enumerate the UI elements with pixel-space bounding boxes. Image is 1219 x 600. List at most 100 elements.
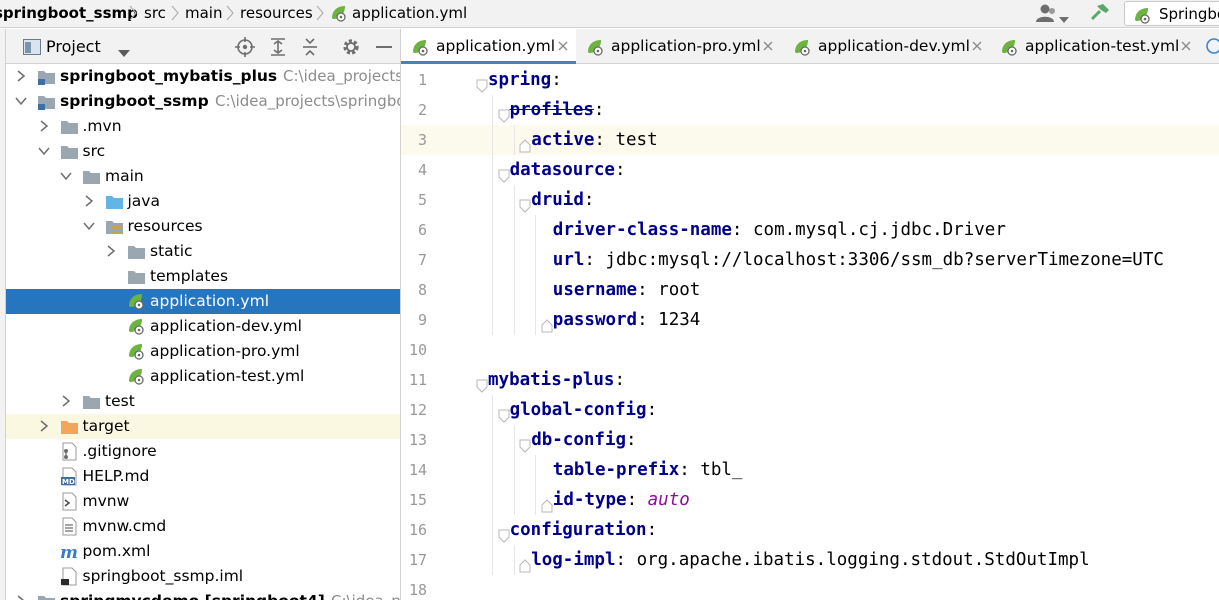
editor-tab[interactable]: application-pro.yml [576,29,783,64]
tree-node[interactable]: m pom.xml [6,539,400,564]
tree-node[interactable]: MD HELP.md [6,464,400,489]
gutter-line[interactable]: 18 [401,575,471,600]
tree-node[interactable]: java [6,189,400,214]
gutter-line[interactable]: 15 [401,485,471,515]
tree-node[interactable]: static [6,239,400,264]
tree-node-label: application-dev.yml [150,317,302,335]
tree-node[interactable]: application-test.yml [6,364,400,389]
expand-all-icon[interactable] [268,37,288,57]
yaml-separator: : [679,460,701,480]
view-dropdown-icon[interactable] [118,44,130,62]
gutter-line[interactable]: 8 [401,275,471,305]
gutter-line[interactable]: 2 [401,95,471,125]
tree-node[interactable]: springboot_ssmp C:\idea_projects\springbo… [6,89,400,114]
tree-node[interactable]: application-dev.yml [6,314,400,339]
fold-close-icon[interactable] [519,553,531,573]
locate-file-icon[interactable] [235,37,255,57]
code-editor[interactable]: spring: profiles: active: test datasource: d… [471,65,1219,600]
hide-panel-icon[interactable] [374,37,394,57]
breadcrumb-project[interactable]: springboot_ssmp [0,3,138,23]
editor-tab[interactable]: application-dev.yml [783,29,990,64]
chevron-right-icon[interactable] [37,119,51,133]
fold-open-icon[interactable] [498,523,510,543]
close-icon[interactable] [969,38,985,54]
tree-node[interactable]: mvnw [6,489,400,514]
editor-tab[interactable]: application-test.yml [990,29,1202,64]
gutter-line[interactable]: 10 [401,335,471,365]
gutter-line[interactable]: 12 [401,395,471,425]
fold-open-icon[interactable] [498,403,510,423]
tree-node[interactable]: resources [6,214,400,239]
chevron-right-icon[interactable] [104,244,118,258]
chevron-right-icon[interactable] [14,69,28,83]
gutter-line[interactable]: 14 [401,455,471,485]
build-button[interactable] [1089,3,1111,23]
gutter-line[interactable]: 9 [401,305,471,335]
spring-yml-icon [793,38,813,60]
tree-node[interactable]: main [6,164,400,189]
yaml-key: table-prefix [552,460,680,480]
close-icon[interactable] [760,38,776,54]
fold-open-icon[interactable] [476,373,488,393]
tree-node[interactable]: application.yml [6,289,400,314]
editor-tab[interactable]: application.yml [401,29,576,64]
collapse-all-icon[interactable] [300,37,320,57]
spring-yml-icon [586,38,606,60]
chevron-down-icon[interactable] [82,219,96,233]
close-icon[interactable] [555,38,571,54]
gutter-line[interactable]: 4 [401,155,471,185]
gutter-line[interactable]: 11 [401,365,471,395]
tree-node[interactable]: src [6,139,400,164]
gutter-line[interactable]: 7 [401,245,471,275]
chevron-right-icon[interactable] [14,594,28,600]
spring-boot-icon [1133,6,1153,28]
yaml-value: com.mysql.cj.jdbc.Driver [753,220,1006,240]
fold-open-icon[interactable] [498,103,510,123]
chevron-down-icon[interactable] [14,94,28,108]
tree-node[interactable]: application-pro.yml [6,339,400,364]
breadcrumb-file[interactable]: application.yml [352,3,467,23]
tree-node[interactable]: mvnw.cmd [6,514,400,539]
close-icon[interactable] [1178,38,1194,54]
editor-area: application.yml application-pro.yml appl… [401,29,1219,600]
indent-guide [513,425,515,515]
fold-close-icon[interactable] [541,313,553,333]
tree-node[interactable]: target [6,414,400,439]
fold-open-icon[interactable] [476,73,488,93]
chevron-right-icon[interactable] [82,194,96,208]
fold-open-icon[interactable] [519,193,531,213]
gutter-line[interactable]: 1 [401,65,471,95]
more-tabs-icon[interactable] [1205,37,1219,55]
chevron-down-icon[interactable] [37,144,51,158]
project-panel-title[interactable]: Project [46,37,101,57]
chevron-right-icon[interactable] [37,419,51,433]
iml-file-icon [60,567,79,586]
gutter-line[interactable]: 16 [401,515,471,545]
fold-open-icon[interactable] [519,433,531,453]
tree-node[interactable]: springboot_ssmp.iml [6,564,400,589]
fold-close-icon[interactable] [519,133,531,153]
run-configuration-selector[interactable]: Springbo [1124,1,1219,26]
breadcrumb-resources[interactable]: resources [240,3,313,23]
gutter-line[interactable]: 5 [401,185,471,215]
gutter-line[interactable]: 6 [401,215,471,245]
gutter-line[interactable]: 13 [401,425,471,455]
tree-node[interactable]: .gitignore [6,439,400,464]
breadcrumb-main[interactable]: main [185,3,222,23]
tree-node[interactable]: springboot_mybatis_plus C:\idea_projects\… [6,64,400,89]
fold-close-icon[interactable] [541,493,553,513]
tree-node[interactable]: .mvn [6,114,400,139]
tree-node[interactable]: templates [6,264,400,289]
gear-icon[interactable] [341,37,361,57]
breadcrumb-src[interactable]: src [144,3,166,23]
fold-open-icon[interactable] [498,163,510,183]
yaml-value: tbl_ [700,460,743,480]
code-line: mybatis-plus: [471,365,1219,395]
chevron-down-icon[interactable] [59,169,73,183]
tree-node[interactable]: test [6,389,400,414]
chevron-right-icon[interactable] [59,394,73,408]
user-account-button[interactable] [1035,3,1071,23]
tree-node[interactable]: springmvcdemo [springboot4] C:\idea_proje… [6,589,400,600]
gutter-line[interactable]: 17 [401,545,471,575]
gutter-line[interactable]: 3 [401,125,471,155]
